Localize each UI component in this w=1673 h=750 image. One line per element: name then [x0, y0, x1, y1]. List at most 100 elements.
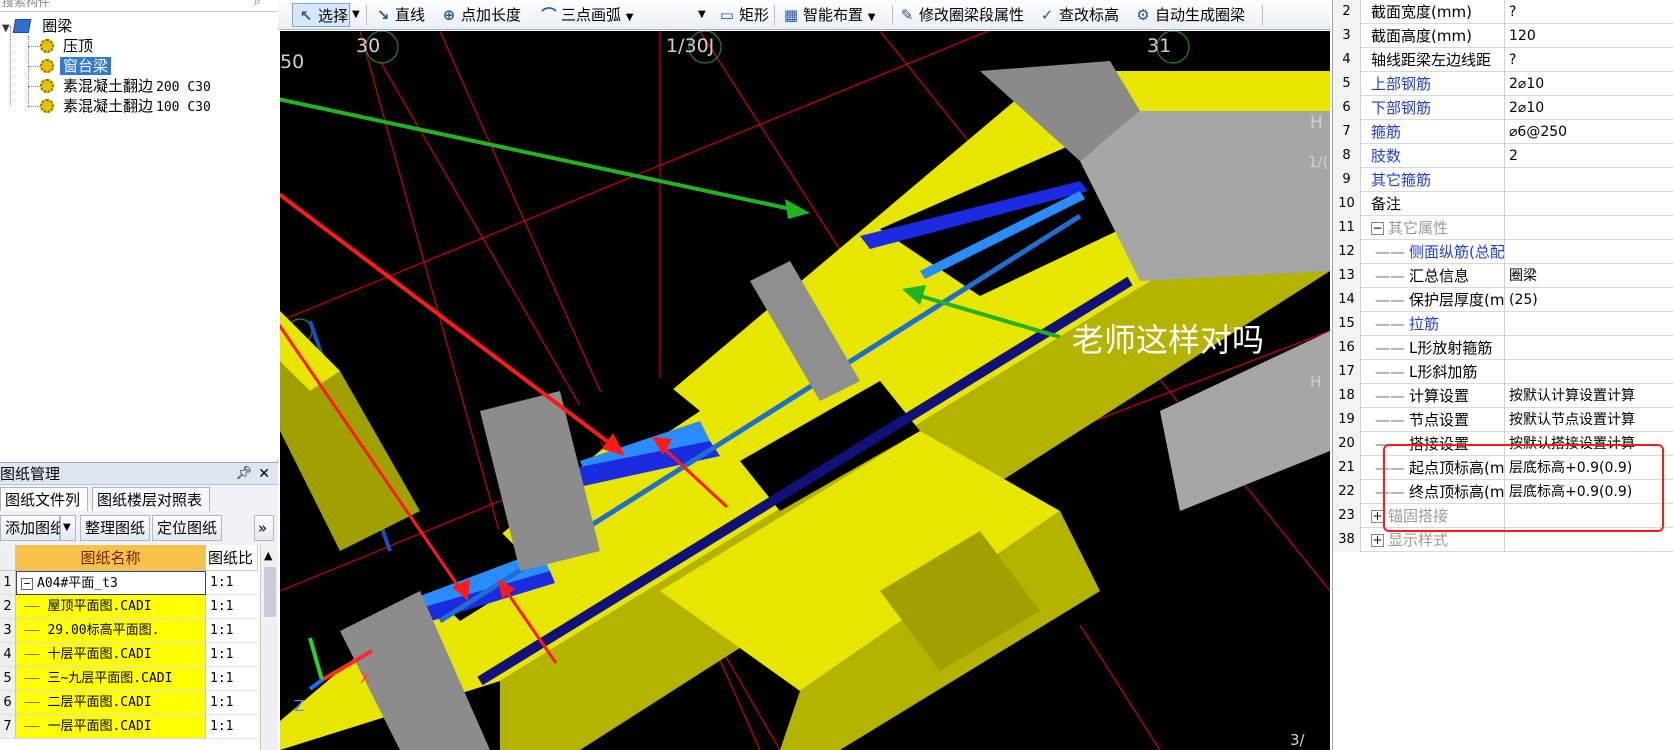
tree-item-fanbian-100[interactable]: 素混凝土翻边 100 C30: [40, 96, 211, 116]
property-value[interactable]: [1505, 216, 1673, 240]
tab-floor-mapping[interactable]: 图纸楼层对照表: [92, 487, 210, 511]
smart-layout-button[interactable]: ▦ 智能布置 ▼: [782, 3, 876, 27]
scroll-up-icon[interactable]: ▲: [264, 549, 272, 562]
select-dropdown-icon[interactable]: ▼: [352, 3, 360, 27]
add-drawing-dropdown-icon[interactable]: ▼: [60, 515, 76, 541]
smart-dropdown-icon[interactable]: ▼: [868, 12, 876, 23]
drawing-ratio: 1:1: [206, 619, 258, 643]
tree-item-yading[interactable]: 压顶: [40, 36, 96, 56]
line-tool-button[interactable]: ↘ 直线: [374, 3, 425, 27]
property-row[interactable]: 13 —— 汇总信息 圈梁: [1333, 264, 1673, 288]
locate-drawing-button[interactable]: 定位图纸: [152, 515, 222, 541]
property-value[interactable]: 120: [1505, 24, 1673, 48]
expand-icon[interactable]: +: [1371, 534, 1384, 547]
table-row[interactable]: 1 − A04#平面_t3 1:1: [0, 571, 258, 595]
property-row[interactable]: 14——保护层厚度(mm)(25): [1333, 288, 1673, 312]
drawing-name: —— 二层平面图.CADI: [16, 691, 206, 715]
tree-root-node[interactable]: ▼ 圈梁: [2, 16, 75, 36]
property-value[interactable]: 2⌀10: [1505, 96, 1673, 120]
property-row[interactable]: 10 备注: [1333, 192, 1673, 216]
pin-icon[interactable]: 📌︎: [235, 463, 252, 485]
property-row[interactable]: 18 —— 计算设置 按默认计算设置计算: [1333, 384, 1673, 408]
property-value[interactable]: ?: [1505, 0, 1673, 24]
table-row[interactable]: 2 —— 屋顶平面图.CADI 1:1: [0, 595, 258, 619]
table-row[interactable]: 7 —— 一层平面图.CADI 1:1: [0, 715, 258, 739]
property-row[interactable]: 9 其它箍筋: [1333, 168, 1673, 192]
property-row[interactable]: 5 上部钢筋 2⌀10: [1333, 72, 1673, 96]
property-value[interactable]: [1505, 336, 1673, 360]
property-row[interactable]: 7 箍筋 ⌀6@250: [1333, 120, 1673, 144]
table-scrollbar[interactable]: ▲: [260, 545, 278, 750]
tree-search-bar[interactable]: 搜索构件 ⌕: [0, 0, 278, 12]
property-row[interactable]: 15 —— 拉筋: [1333, 312, 1673, 336]
property-value[interactable]: 2⌀10: [1505, 72, 1673, 96]
organize-drawing-button[interactable]: 整理图纸: [80, 515, 150, 541]
property-row[interactable]: 19 —— 节点设置 按默认节点设置计算: [1333, 408, 1673, 432]
select-tool-button[interactable]: ↖ 选择: [292, 3, 350, 27]
tree-connector: [28, 46, 40, 47]
property-value[interactable]: ?: [1505, 48, 1673, 72]
property-value[interactable]: [1505, 240, 1673, 264]
property-name-text: 计算设置: [1409, 387, 1470, 405]
drawing-name-text: 二层平面图.CADI: [47, 695, 152, 710]
table-row[interactable]: 5 —— 三~九层平面图.CADI 1:1: [0, 667, 258, 691]
point-length-button[interactable]: ⊕ 点加长度: [440, 3, 521, 27]
check-elevation-button[interactable]: ✓ 查改标高: [1038, 3, 1119, 27]
tree-connector: ——: [1375, 339, 1405, 357]
property-value[interactable]: [1505, 168, 1673, 192]
property-value[interactable]: [1505, 360, 1673, 384]
more-button[interactable]: »: [254, 515, 274, 541]
property-name: —— 计算设置: [1361, 384, 1505, 408]
property-value[interactable]: ⌀6@250: [1505, 120, 1673, 144]
rectangle-button[interactable]: ▭ 矩形: [718, 3, 769, 27]
property-value[interactable]: [1505, 312, 1673, 336]
property-value[interactable]: 按默认计算设置计算: [1505, 384, 1673, 408]
drawing-name-text: 十层平面图.CADI: [47, 647, 152, 662]
arc-dropdown-icon[interactable]: ▼: [626, 12, 634, 23]
collapse-arrow-icon[interactable]: ▼: [2, 23, 10, 34]
property-value[interactable]: 圈梁: [1505, 264, 1673, 288]
tree-item-chuangtailiang[interactable]: 窗台梁: [40, 56, 112, 76]
arrow-line: [280, 97, 801, 213]
search-input[interactable]: 搜索构件: [2, 0, 50, 10]
property-value[interactable]: (25): [1505, 288, 1673, 312]
add-drawing-button[interactable]: 添加图纸: [0, 515, 65, 541]
property-row[interactable]: 4 轴线距梁左边线距?: [1333, 48, 1673, 72]
table-row[interactable]: 6 —— 二层平面图.CADI 1:1: [0, 691, 258, 715]
tree-connector: [28, 106, 40, 107]
table-row[interactable]: 3 —— 29.00标高平面图. 1:1: [0, 619, 258, 643]
three-point-arc-button[interactable]: ⌒ 三点画弧 ▼: [540, 3, 634, 27]
auto-generate-beam-button[interactable]: ⚙ 自动生成圈梁: [1134, 3, 1245, 27]
property-value[interactable]: 按默认节点设置计算: [1505, 408, 1673, 432]
column-header-ratio[interactable]: 图纸比: [206, 545, 258, 571]
table-row[interactable]: 4 —— 十层平面图.CADI 1:1: [0, 643, 258, 667]
column-header-name[interactable]: 图纸名称: [16, 545, 206, 571]
property-value[interactable]: [1505, 192, 1673, 216]
property-row-number: 4: [1333, 48, 1361, 72]
scroll-thumb[interactable]: [264, 567, 276, 617]
close-icon[interactable]: ✕: [258, 463, 270, 485]
shape-dropdown-icon[interactable]: ▼: [698, 3, 706, 27]
property-value[interactable]: 2: [1505, 144, 1673, 168]
toolbar-separator: [1262, 5, 1263, 25]
property-row[interactable]: 6 下部钢筋 2⌀10: [1333, 96, 1673, 120]
property-name: 箍筋: [1361, 120, 1505, 144]
property-row[interactable]: 2 截面宽度(mm)?: [1333, 0, 1673, 24]
property-row[interactable]: 12 —— 侧面纵筋(总配: [1333, 240, 1673, 264]
property-row[interactable]: 8 肢数 2: [1333, 144, 1673, 168]
search-icon[interactable]: ⌕: [254, 0, 272, 8]
rectangle-label: 矩形: [739, 6, 770, 24]
tree-item-fanbian-200[interactable]: 素混凝土翻边 200 C30: [40, 76, 211, 96]
collapse-icon[interactable]: −: [1371, 222, 1384, 235]
tree-connector: ——: [1375, 411, 1405, 429]
property-name: —— 节点设置: [1361, 408, 1505, 432]
property-row[interactable]: 17 —— L形斜加筋: [1333, 360, 1673, 384]
property-row[interactable]: 3 截面高度(mm) 120: [1333, 24, 1673, 48]
property-row[interactable]: 16 —— L形放射箍筋: [1333, 336, 1673, 360]
modify-beam-segment-button[interactable]: ✎ 修改圈梁段属性: [898, 3, 1024, 27]
3d-viewport[interactable]: 30 1/30J 31 50 H 1/( H 老师这样对吗 X Z 3/: [280, 31, 1330, 750]
drawing-ratio: 1:1: [206, 667, 258, 691]
property-row[interactable]: 11− 其它属性: [1333, 216, 1673, 240]
collapse-icon[interactable]: −: [21, 578, 33, 590]
tab-file-list[interactable]: 图纸文件列表: [0, 487, 88, 533]
